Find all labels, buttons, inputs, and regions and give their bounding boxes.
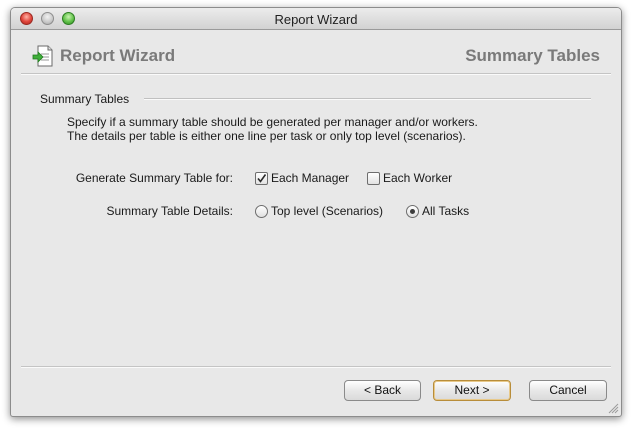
wizard-step-title: Summary Tables xyxy=(465,46,600,65)
report-wizard-window: Report Wizard Report Wizard Summary Tabl… xyxy=(10,7,622,417)
each-worker-checkbox[interactable] xyxy=(367,172,380,185)
title-bar[interactable]: Report Wizard xyxy=(11,8,621,30)
section-description-line2: The details per table is either one line… xyxy=(67,129,466,143)
top-level-radio[interactable] xyxy=(255,205,268,218)
cancel-button[interactable]: Cancel xyxy=(529,380,607,401)
each-manager-checkbox[interactable] xyxy=(255,172,268,185)
next-button[interactable]: Next > xyxy=(433,380,511,401)
resize-grip-icon[interactable] xyxy=(608,403,619,414)
all-tasks-radio[interactable] xyxy=(406,205,419,218)
window-title: Report Wizard xyxy=(274,12,358,27)
section-description-line1: Specify if a summary table should be gen… xyxy=(67,115,478,129)
summary-details-label: Summary Table Details: xyxy=(106,204,234,218)
back-button[interactable]: < Back xyxy=(344,380,421,401)
section-divider xyxy=(144,98,591,100)
header-divider xyxy=(21,73,611,75)
all-tasks-label[interactable]: All Tasks xyxy=(422,204,469,218)
top-level-label[interactable]: Top level (Scenarios) xyxy=(271,204,383,218)
each-worker-label[interactable]: Each Worker xyxy=(383,171,452,185)
wizard-title: Report Wizard xyxy=(60,46,176,65)
footer-divider xyxy=(21,366,611,368)
checkmark-icon xyxy=(257,174,267,183)
section-title: Summary Tables xyxy=(40,92,130,106)
generate-summary-label: Generate Summary Table for: xyxy=(75,171,233,185)
report-wizard-icon xyxy=(32,45,53,67)
radio-selected-dot xyxy=(410,209,415,214)
each-manager-label[interactable]: Each Manager xyxy=(271,171,349,185)
